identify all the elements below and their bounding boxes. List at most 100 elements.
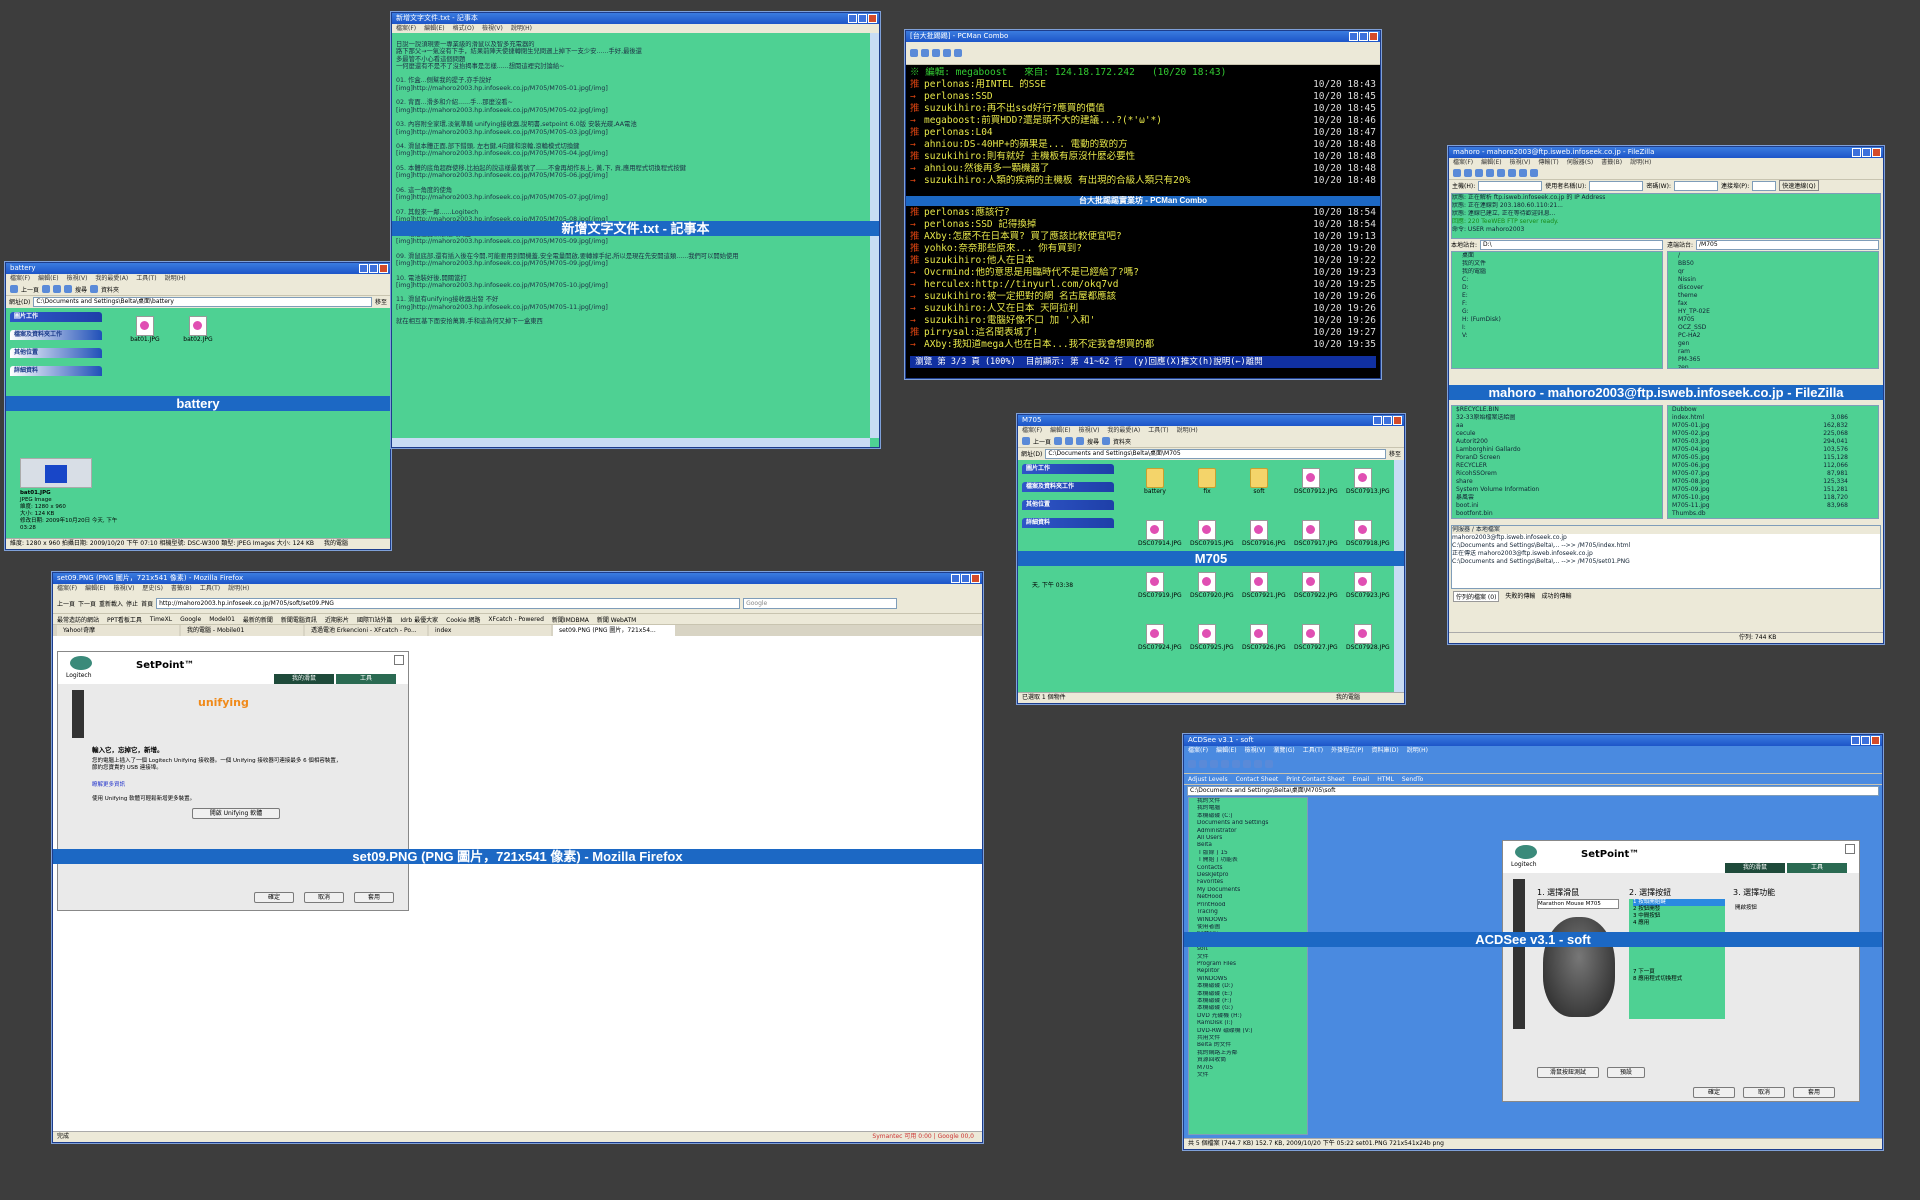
host-input[interactable] bbox=[1478, 180, 1543, 191]
tree-node[interactable]: DVD 光碟機 (H:) bbox=[1197, 1013, 1307, 1020]
tree-node[interactable]: 本機磁碟 (G:) bbox=[1197, 1005, 1307, 1012]
tree-node[interactable]: 我的電腦 bbox=[1462, 268, 1662, 276]
tree-node[interactable]: V: bbox=[1462, 332, 1662, 340]
file-row[interactable]: $RECYCLE.BIN bbox=[1456, 406, 1662, 414]
back-icon[interactable] bbox=[1199, 760, 1207, 768]
tab-tools[interactable]: 工具 bbox=[336, 674, 396, 684]
file-item[interactable]: DSC07922.JPG bbox=[1294, 572, 1338, 599]
file-item[interactable]: DSC07919.JPG bbox=[1138, 572, 1182, 599]
menu-view[interactable]: 檢視(V) bbox=[114, 585, 135, 592]
file-item[interactable]: DSC07914.JPG bbox=[1138, 520, 1182, 547]
tree-node[interactable]: theme bbox=[1678, 292, 1878, 300]
tree-node[interactable]: fax bbox=[1678, 300, 1878, 308]
browser-tab[interactable]: 我的電腦 - Mobile01 bbox=[181, 625, 303, 636]
tree-node[interactable]: 桌面 bbox=[1462, 252, 1662, 260]
filezilla-titlebar[interactable]: mahoro - mahoro2003@ftp.isweb.infoseek.c… bbox=[1449, 147, 1883, 158]
reload-button[interactable]: 重新載入 bbox=[99, 599, 123, 608]
file-item[interactable]: DSC07915.JPG bbox=[1190, 520, 1234, 547]
maximize-icon[interactable] bbox=[1861, 736, 1870, 745]
file-row[interactable]: M705-11.jpg 83,968 bbox=[1672, 502, 1878, 510]
bookmark-item[interactable]: 新聞 WebATM bbox=[597, 615, 636, 624]
filter-icon[interactable] bbox=[1519, 169, 1527, 177]
tree-node[interactable]: 我的網路上芳鄰 bbox=[1197, 1050, 1307, 1057]
folders-button[interactable]: 資料夾 bbox=[101, 285, 119, 294]
address-input[interactable]: C:\Documents and Settings\Belta\桌面\M705 bbox=[1045, 448, 1386, 459]
search-input[interactable]: Google bbox=[743, 597, 898, 609]
file-item[interactable]: DSC07921.JPG bbox=[1242, 572, 1286, 599]
search-icon[interactable] bbox=[1076, 437, 1085, 445]
file-item[interactable]: bat01.JPG bbox=[128, 316, 162, 343]
site-manager-icon[interactable] bbox=[1453, 169, 1461, 177]
refresh-icon[interactable] bbox=[1464, 169, 1472, 177]
up-folder-icon[interactable] bbox=[53, 285, 62, 293]
file-row[interactable]: aa bbox=[1456, 422, 1662, 430]
notepad-titlebar[interactable]: 新增文字文件.txt - 記事本 bbox=[392, 13, 879, 24]
button-item[interactable]: 3 中間按鈕 bbox=[1633, 913, 1725, 920]
menu-favorites[interactable]: 我的最愛(A) bbox=[95, 275, 128, 282]
back-button[interactable]: 上一頁 bbox=[21, 285, 39, 294]
close-icon[interactable] bbox=[394, 655, 404, 665]
plugin-button[interactable]: Email bbox=[1353, 776, 1370, 783]
menu-bookmarks[interactable]: 書籤(B) bbox=[1601, 159, 1622, 166]
queue-row[interactable]: mahoro2003@ftp.isweb.infoseek.co.jp bbox=[1452, 534, 1880, 542]
file-row[interactable]: M705-01.jpg 162,832 bbox=[1672, 422, 1878, 430]
tree-node[interactable]: Belta 的文件 bbox=[1197, 1042, 1307, 1049]
plugin-button[interactable]: HTML bbox=[1377, 776, 1394, 783]
close-icon[interactable] bbox=[868, 14, 877, 23]
tab-tools[interactable]: 工具 bbox=[1787, 863, 1847, 873]
bookmark-item[interactable]: TimeXL bbox=[150, 616, 172, 623]
file-item[interactable]: DSC07925.JPG bbox=[1190, 624, 1234, 651]
bookmark-item[interactable]: XFcatch - Powered bbox=[488, 616, 543, 623]
browser-tab[interactable]: 透過電池 Erkencioni - XFcatch - Po... bbox=[305, 625, 427, 636]
print-icon[interactable] bbox=[1221, 760, 1229, 768]
back-icon[interactable] bbox=[10, 285, 18, 293]
copy-icon[interactable] bbox=[1232, 760, 1240, 768]
close-icon[interactable] bbox=[379, 264, 388, 273]
user-input[interactable] bbox=[1589, 180, 1644, 191]
bookmark-item[interactable]: Model01 bbox=[209, 616, 235, 623]
menu-file[interactable]: 檔案(F) bbox=[10, 275, 30, 282]
tree-node[interactable]: All Users bbox=[1197, 835, 1307, 842]
tree-node[interactable]: C: bbox=[1462, 276, 1662, 284]
file-item[interactable]: DSC07912.JPG bbox=[1294, 468, 1338, 495]
tree-node[interactable]: H: (FumDisk) bbox=[1462, 316, 1662, 324]
maximize-icon[interactable] bbox=[858, 14, 867, 23]
file-row[interactable]: M705-06.jpg 112,066 bbox=[1672, 462, 1878, 470]
menu-view[interactable]: 檢視(V) bbox=[1245, 747, 1266, 754]
folder-item[interactable]: soft bbox=[1242, 468, 1276, 495]
pane-details[interactable]: 詳細資料 bbox=[10, 366, 102, 376]
tree-node[interactable]: OCZ_SSD bbox=[1678, 324, 1878, 332]
tree-node[interactable]: NetHood bbox=[1197, 894, 1307, 901]
menu-server[interactable]: 伺服器(S) bbox=[1567, 159, 1594, 166]
file-item[interactable]: bat02.JPG bbox=[181, 316, 215, 343]
url-input[interactable]: http://mahoro2003.hp.infoseek.co.jp/M705… bbox=[156, 597, 741, 609]
minimize-icon[interactable] bbox=[359, 264, 368, 273]
tree-node[interactable]: PM-365 bbox=[1678, 356, 1878, 364]
pane-file-tasks[interactable]: 檔案及資料夾工作 bbox=[10, 330, 102, 340]
queue-row[interactable]: C:\Documents and Settings\Belta\... -->>… bbox=[1452, 542, 1880, 550]
file-row[interactable]: System Volume Information bbox=[1456, 486, 1662, 494]
search-icon[interactable] bbox=[1530, 169, 1538, 177]
bookmark-item[interactable]: 國際TI站外篇 bbox=[357, 615, 392, 624]
tab-successful-transfers[interactable]: 成功的傳輸 bbox=[1541, 591, 1571, 602]
paste-icon[interactable] bbox=[943, 49, 951, 57]
local-site-input[interactable]: D:\ bbox=[1480, 239, 1663, 250]
file-row[interactable]: Dubbow bbox=[1672, 406, 1878, 414]
go-button[interactable]: 移至 bbox=[375, 297, 387, 306]
file-row[interactable]: M705-04.jpg 103,576 bbox=[1672, 446, 1878, 454]
tree-node[interactable]: Ｔ開始 ) 功能表 bbox=[1197, 857, 1307, 864]
minimize-icon[interactable] bbox=[848, 14, 857, 23]
menu-edit[interactable]: 編輯(E) bbox=[85, 585, 105, 592]
folder-tree[interactable]: 我的文件 我的電腦 本機磁碟 (C:) Documents and Settings A… bbox=[1188, 797, 1308, 1135]
bookmark-item[interactable]: 近期影片 bbox=[325, 615, 349, 624]
tree-node[interactable]: 文件 bbox=[1197, 954, 1307, 961]
tree-node[interactable]: 本機磁碟 (C:) bbox=[1197, 813, 1307, 820]
tree-node[interactable]: Contacts bbox=[1197, 865, 1307, 872]
menu-file[interactable]: 檔案(F) bbox=[1188, 747, 1208, 754]
apply-button[interactable]: 套用 bbox=[354, 892, 394, 903]
close-icon[interactable] bbox=[971, 574, 980, 583]
file-row[interactable]: 32-33原始檔案送給圖 bbox=[1456, 414, 1662, 422]
tree-node[interactable]: DVD-RW 磁碟機 (V:) bbox=[1197, 1028, 1307, 1035]
apply-button[interactable]: 套用 bbox=[1793, 1087, 1835, 1098]
cancel-button[interactable]: 取消 bbox=[304, 892, 344, 903]
